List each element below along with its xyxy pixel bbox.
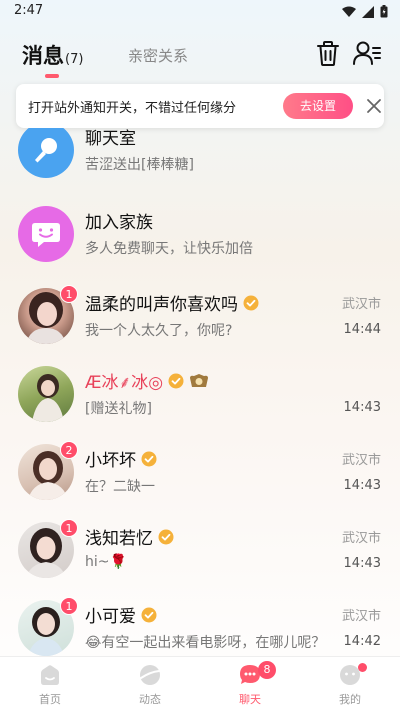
conversation-name: 加入家族 bbox=[85, 213, 153, 233]
status-bar: 2:47 bbox=[0, 0, 400, 24]
close-banner-button[interactable] bbox=[364, 96, 384, 116]
conversation-preview: 😂有空一起出来看电影呀，在哪儿呢？ bbox=[85, 635, 326, 651]
conversation-time: 14:44 bbox=[343, 322, 381, 337]
conversation-time: 14:43 bbox=[343, 478, 381, 493]
signal-icon bbox=[362, 5, 374, 18]
list-item-join-family[interactable]: 加入家族 多人免费聊天，让快乐加倍 bbox=[0, 198, 400, 276]
smiley-chat-icon bbox=[32, 223, 60, 247]
home-icon bbox=[41, 665, 59, 685]
wifi-icon bbox=[342, 6, 356, 17]
contacts-button[interactable] bbox=[352, 38, 382, 68]
list-item-conversation[interactable]: 1 浅知若忆 hi~🌹 武汉市 14:43 bbox=[0, 514, 400, 592]
nav-mine-label: 我的 bbox=[339, 693, 361, 706]
conversation-preview: [赠送礼物] bbox=[85, 401, 152, 417]
conversation-preview: 多人免费聊天，让快乐加倍 bbox=[85, 241, 253, 257]
nav-home[interactable]: 首页 bbox=[0, 657, 100, 712]
verified-icon bbox=[158, 529, 174, 544]
nav-chat-label: 聊天 bbox=[239, 693, 261, 706]
nav-home-label: 首页 bbox=[39, 693, 61, 706]
conversation-name: 小可爱 bbox=[85, 602, 157, 627]
conversation-name: Æ冰⸙冰◎ bbox=[85, 368, 210, 393]
list-item-conversation[interactable]: 2 小坏坏 在？二缺一 武汉市 14:43 bbox=[0, 436, 400, 514]
notification-banner: 打开站外通知开关，不错过任何缘分 去设置 bbox=[16, 84, 384, 128]
nav-moments-label: 动态 bbox=[139, 693, 161, 706]
conversation-name: 温柔的叫声你喜欢吗 bbox=[85, 290, 259, 315]
nav-chat-badge: 8 bbox=[258, 661, 276, 679]
conversation-time: 14:43 bbox=[343, 400, 381, 415]
go-settings-button[interactable]: 去设置 bbox=[283, 93, 353, 119]
family-avatar bbox=[18, 206, 74, 262]
chatroom-avatar bbox=[18, 128, 74, 178]
conversation-time: 14:42 bbox=[343, 634, 381, 649]
conversation-location: 武汉市 bbox=[341, 297, 381, 312]
notification-banner-text: 打开站外通知开关，不错过任何缘分 bbox=[28, 101, 237, 116]
conversation-preview: 在？二缺一 bbox=[85, 479, 155, 495]
nav-mine-dot bbox=[358, 663, 367, 672]
conversation-location: 武汉市 bbox=[341, 453, 381, 468]
unread-badge: 1 bbox=[60, 597, 78, 615]
verified-icon bbox=[243, 295, 259, 310]
list-item-conversation[interactable]: 1 温柔的叫声你喜欢吗 我一个人太久了，你呢? 武汉市 14:44 bbox=[0, 280, 400, 358]
nav-mine[interactable]: 我的 bbox=[300, 657, 400, 712]
close-icon bbox=[367, 99, 381, 113]
tab-messages-count: (7) bbox=[65, 52, 84, 67]
conversation-location: 武汉市 bbox=[341, 531, 381, 546]
tab-messages-label: 消息 bbox=[22, 44, 64, 68]
tab-messages[interactable]: 消息 (7) bbox=[22, 40, 83, 70]
top-nav: 消息 (7) 亲密关系 bbox=[0, 36, 400, 86]
list-item-conversation[interactable]: 1 小可爱 😂有空一起出来看电影呀，在哪儿呢？ 武汉市 14:42 bbox=[0, 592, 400, 656]
bottom-nav: 首页 动态 8 聊天 我的 bbox=[0, 656, 400, 712]
status-icons bbox=[342, 5, 388, 18]
conversation-name: 小坏坏 bbox=[85, 446, 157, 471]
list-item-chatroom[interactable]: 聊天室 苦涩送出[棒棒糖] bbox=[0, 128, 400, 192]
conversation-preview: 苦涩送出[棒棒糖] bbox=[85, 157, 194, 173]
nav-moments[interactable]: 动态 bbox=[100, 657, 200, 712]
trash-icon bbox=[317, 41, 339, 66]
tab-active-indicator bbox=[45, 74, 59, 78]
conversation-list: 聊天室 苦涩送出[棒棒糖] 加入家族 多人免费聊天，让快乐加倍 1 温柔的叫声你… bbox=[0, 128, 400, 656]
unread-badge: 1 bbox=[60, 285, 78, 303]
conversation-time: 14:43 bbox=[343, 556, 381, 571]
verified-icon bbox=[141, 607, 157, 622]
user-avatar bbox=[18, 366, 74, 422]
conversation-preview: hi~🌹 bbox=[85, 554, 127, 570]
conversation-name: 浅知若忆 bbox=[85, 524, 174, 549]
planet-icon bbox=[140, 665, 160, 685]
nav-chat[interactable]: 8 聊天 bbox=[200, 657, 300, 712]
verified-icon bbox=[141, 451, 157, 466]
conversation-preview: 我一个人太久了，你呢? bbox=[85, 323, 233, 339]
unread-badge: 1 bbox=[60, 519, 78, 537]
list-item-conversation[interactable]: Æ冰⸙冰◎ [赠送礼物] 14:43 bbox=[0, 358, 400, 436]
level-badge-icon bbox=[190, 373, 209, 387]
conversation-name: 聊天室 bbox=[85, 129, 136, 149]
battery-icon bbox=[380, 5, 388, 18]
contacts-icon bbox=[353, 41, 381, 65]
unread-badge: 2 bbox=[60, 441, 78, 459]
avatar-photo bbox=[32, 374, 64, 422]
status-time: 2:47 bbox=[14, 3, 44, 18]
tab-intimate[interactable]: 亲密关系 bbox=[128, 45, 188, 66]
microphone-icon bbox=[35, 138, 57, 163]
clear-messages-button[interactable] bbox=[314, 38, 342, 68]
conversation-location: 武汉市 bbox=[341, 609, 381, 624]
verified-icon bbox=[168, 373, 184, 388]
